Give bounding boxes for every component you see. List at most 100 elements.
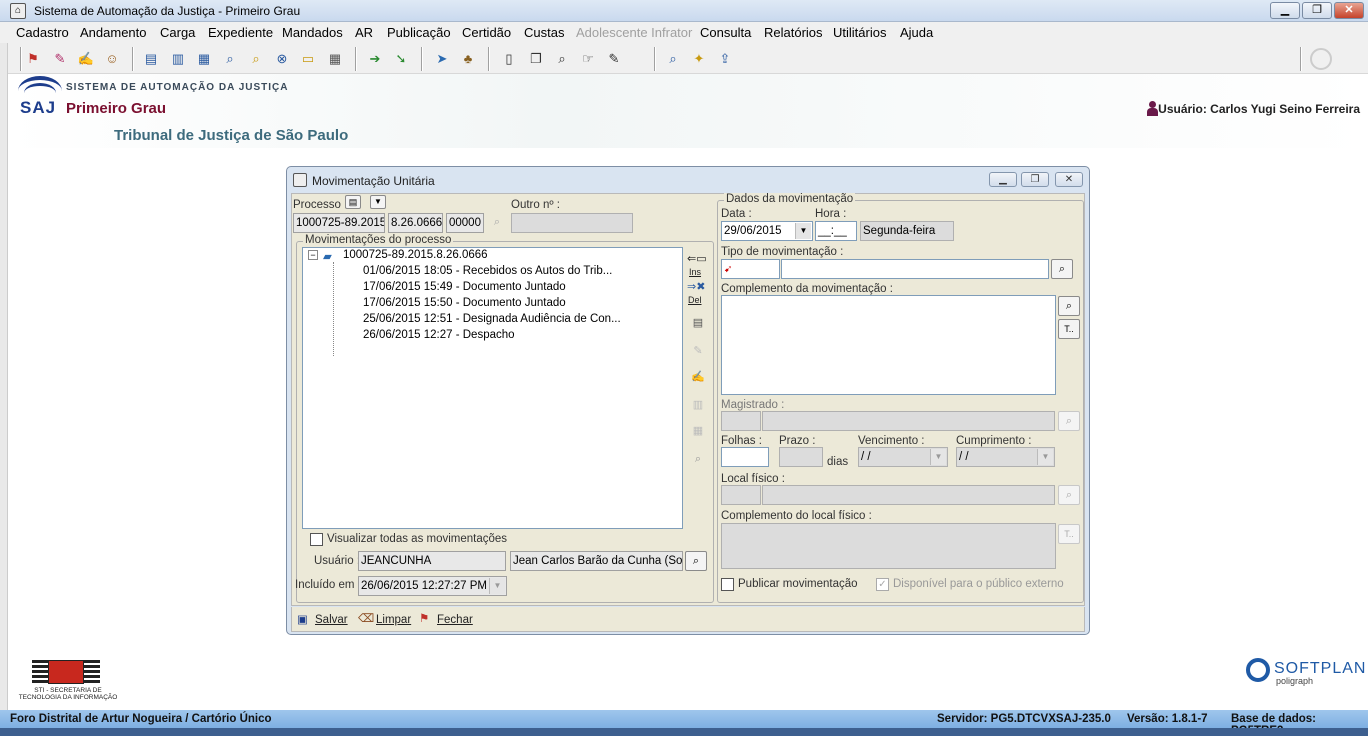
fechar-button[interactable]: Fechar: [437, 614, 473, 626]
insert-icon[interactable]: ⇐▭: [687, 251, 707, 267]
copy-pages-icon[interactable]: ▤: [689, 315, 707, 331]
magnifier-icon[interactable]: ⌕: [221, 50, 239, 68]
tree-item[interactable]: 25/06/2015 12:51 - Designada Audiência d…: [363, 313, 621, 325]
minimize-button[interactable]: ▁: [1270, 2, 1300, 19]
delete-icon[interactable]: ⇒✖: [687, 279, 705, 295]
complemento-text-button[interactable]: T..: [1058, 319, 1080, 339]
tree-item[interactable]: 17/06/2015 15:50 - Documento Juntado: [363, 297, 566, 309]
calendar-icon[interactable]: ▦: [326, 50, 344, 68]
processo-number-field[interactable]: 1000725-89.2015: [293, 213, 385, 233]
menu-consulta[interactable]: Consulta: [700, 25, 751, 40]
tree-item[interactable]: 01/06/2015 18:05 - Recebidos os Autos do…: [363, 265, 612, 277]
menu-expediente[interactable]: Expediente: [208, 25, 273, 40]
menu-ar[interactable]: AR: [355, 25, 373, 40]
menu-carga[interactable]: Carga: [160, 25, 195, 40]
processo-type-dropdown[interactable]: ▼: [370, 195, 386, 209]
toolbar-separator: [1300, 47, 1302, 71]
usuario-code-field[interactable]: JEANCUNHA: [358, 551, 506, 571]
complemento-search-button[interactable]: ⌕: [1058, 296, 1080, 316]
insert-label[interactable]: Ins: [689, 267, 701, 277]
menu-mandados[interactable]: Mandados: [282, 25, 343, 40]
incluido-field[interactable]: 26/06/2015 12:27:27 PM ▼: [358, 576, 507, 596]
visualizar-todas-checkbox[interactable]: [310, 533, 323, 546]
stamp-icon[interactable]: ✎: [51, 50, 69, 68]
tree-item[interactable]: 26/06/2015 12:27 - Despacho: [363, 329, 515, 341]
movimentacoes-tree[interactable]: − ▰ 1000725-89.2015.8.26.0666 01/06/2015…: [302, 247, 683, 529]
incluido-value: 26/06/2015 12:27:27 PM: [361, 580, 487, 592]
menu-andamento[interactable]: Andamento: [80, 25, 147, 40]
processo-suffix-field[interactable]: 00000: [446, 213, 484, 233]
folder-icon[interactable]: ▭: [299, 50, 317, 68]
dialog-footer: ▣ Salvar ⌫ Limpar ⚑ Fechar: [291, 607, 1085, 632]
usuario-name-field[interactable]: Jean Carlos Barão da Cunha (Softpl: [510, 551, 683, 571]
toolbar-separator: [421, 47, 423, 71]
pointer-icon[interactable]: ☞: [579, 50, 597, 68]
data-dropdown-icon[interactable]: ▼: [795, 223, 811, 239]
close-flag-icon: ⚑: [419, 613, 430, 625]
menu-relatorios[interactable]: Relatórios: [764, 25, 823, 40]
system-name: SISTEMA DE AUTOMAÇÃO DA JUSTIÇA: [66, 82, 289, 93]
menu-utilitarios[interactable]: Utilitários: [833, 25, 886, 40]
close-button[interactable]: ✕: [1334, 2, 1364, 19]
dialog-restore-button[interactable]: ❐: [1021, 172, 1049, 187]
menu-ajuda[interactable]: Ajuda: [900, 25, 933, 40]
hora-field[interactable]: __:__: [815, 221, 857, 241]
incluido-dropdown-icon[interactable]: ▼: [489, 578, 505, 594]
people-icon[interactable]: ☺: [103, 50, 121, 68]
tipo-code-field[interactable]: ➹: [721, 259, 780, 279]
zoom-document-icon[interactable]: ⌕: [664, 50, 682, 68]
tipo-search-button[interactable]: ⌕: [1051, 259, 1073, 279]
hierarchy-icon[interactable]: ♣: [459, 50, 477, 68]
menu-cadastro[interactable]: Cadastro: [16, 25, 69, 40]
star-search-icon[interactable]: ✦: [690, 50, 708, 68]
copy-icon[interactable]: ❐: [527, 50, 545, 68]
dialog-minimize-button[interactable]: ▁: [989, 172, 1017, 187]
upload-icon[interactable]: ⇪: [716, 50, 734, 68]
menu-custas[interactable]: Custas: [524, 25, 564, 40]
processo-origin-field[interactable]: 8.26.0666: [388, 213, 443, 233]
search-page-icon[interactable]: ⌕: [553, 50, 571, 68]
page-icon[interactable]: ▯: [500, 50, 518, 68]
document-add-icon[interactable]: ▥: [169, 50, 187, 68]
send-icon[interactable]: ➤: [433, 50, 451, 68]
processo-type-icon[interactable]: ▤: [345, 195, 361, 209]
dialog-icon: [293, 173, 307, 187]
menu-publicacao[interactable]: Publicação: [387, 25, 451, 40]
comp-local-label: Complemento do local físico :: [721, 510, 872, 522]
salvar-button[interactable]: Salvar: [315, 614, 348, 626]
data-field[interactable]: 29/06/2015 ▼: [721, 221, 813, 241]
comp-local-text-button: T..: [1058, 524, 1080, 544]
move-down-icon[interactable]: ➘: [392, 50, 410, 68]
menu-certidao[interactable]: Certidão: [462, 25, 511, 40]
binoculars-icon[interactable]: ⊗: [273, 50, 291, 68]
clear-icon: ⌫: [358, 613, 375, 625]
local-search-button: ⌕: [1058, 485, 1080, 505]
tree-item[interactable]: 17/06/2015 15:49 - Documento Juntado: [363, 281, 566, 293]
preview-icon[interactable]: ⌕: [689, 451, 707, 467]
tree-root-process[interactable]: 1000725-89.2015.8.26.0666: [343, 249, 488, 261]
flag-icon[interactable]: ⚑: [24, 50, 42, 68]
comp-local-textarea: [721, 523, 1056, 569]
movimentacoes-group-label: Movimentações do processo: [303, 234, 454, 246]
delete-label[interactable]: Del: [688, 295, 702, 305]
tipo-description-field[interactable]: [781, 259, 1049, 279]
publicar-checkbox[interactable]: [721, 578, 734, 591]
folder-search-icon[interactable]: ⌕: [247, 50, 265, 68]
cumprimento-field: / / ▼: [956, 447, 1055, 467]
tree-collapse-toggle[interactable]: −: [308, 250, 318, 260]
dialog-close-button[interactable]: ✕: [1055, 172, 1083, 187]
maximize-button[interactable]: ❐: [1302, 2, 1332, 19]
outro-numero-field[interactable]: [511, 213, 633, 233]
complemento-textarea[interactable]: [721, 295, 1056, 395]
clipboard-icon[interactable]: ✎: [605, 50, 623, 68]
limpar-button[interactable]: Limpar: [376, 614, 411, 626]
folhas-field[interactable]: [721, 447, 769, 467]
move-forward-icon[interactable]: ➔: [366, 50, 384, 68]
processo-search-icon: ⌕: [493, 216, 501, 228]
document-list-icon[interactable]: ▦: [195, 50, 213, 68]
app-icon: ⌂: [10, 3, 26, 19]
processo-label: Processo :: [293, 199, 348, 211]
document-search-icon[interactable]: ▤: [142, 50, 160, 68]
document-edit-icon[interactable]: ✍: [77, 50, 95, 68]
usuario-search-button[interactable]: ⌕: [685, 551, 707, 571]
